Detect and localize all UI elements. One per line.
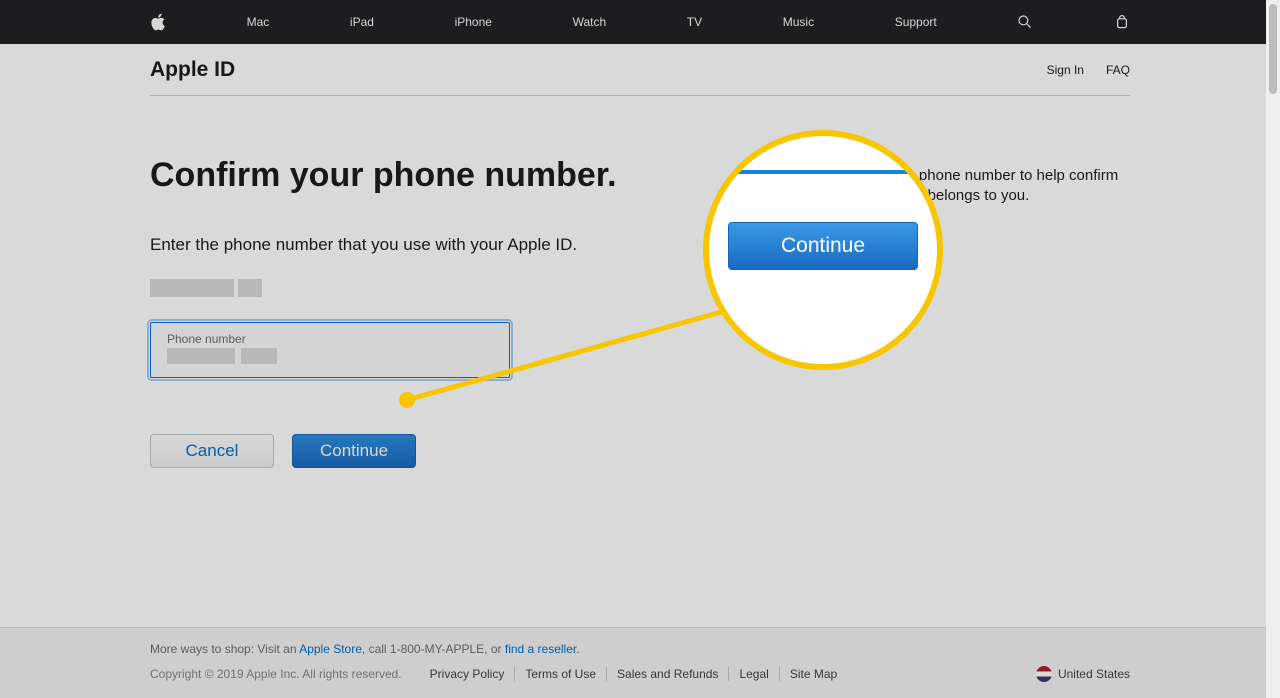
global-footer: More ways to shop: Visit an Apple Store,… xyxy=(0,627,1280,698)
apple-logo-icon[interactable] xyxy=(150,13,166,31)
find-reseller-link[interactable]: find a reseller xyxy=(505,642,576,656)
sign-in-link[interactable]: Sign In xyxy=(1047,63,1084,77)
main-content: Confirm your phone number. Enter the pho… xyxy=(150,96,1130,468)
phone-number-value xyxy=(167,348,493,369)
us-flag-icon xyxy=(1036,666,1052,682)
brand-title: Apple ID xyxy=(150,58,235,82)
footer-link-privacy[interactable]: Privacy Policy xyxy=(420,667,516,681)
annotation-dot xyxy=(399,392,415,408)
copyright-text: Copyright © 2019 Apple Inc. All rights r… xyxy=(150,667,402,681)
continue-button[interactable]: Continue xyxy=(292,434,416,468)
local-header: Apple ID Sign In FAQ xyxy=(150,44,1130,96)
locale-selector[interactable]: United States xyxy=(1036,666,1130,682)
nav-item-music[interactable]: Music xyxy=(783,15,814,29)
global-nav: Mac iPad iPhone Watch TV Music Support xyxy=(0,0,1280,44)
nav-item-ipad[interactable]: iPad xyxy=(350,15,374,29)
footer-links: Privacy Policy Terms of Use Sales and Re… xyxy=(420,667,848,681)
magnified-continue-button: Continue xyxy=(728,222,918,270)
faq-link[interactable]: FAQ xyxy=(1106,63,1130,77)
footer-link-sitemap[interactable]: Site Map xyxy=(780,667,847,681)
phone-number-label: Phone number xyxy=(167,332,493,346)
nav-item-iphone[interactable]: iPhone xyxy=(455,15,492,29)
nav-item-support[interactable]: Support xyxy=(895,15,937,29)
footer-link-legal[interactable]: Legal xyxy=(729,667,779,681)
footer-more-ways: More ways to shop: Visit an Apple Store,… xyxy=(150,642,1130,656)
nav-item-mac[interactable]: Mac xyxy=(247,15,270,29)
phone-number-input[interactable]: Phone number xyxy=(150,322,510,378)
cancel-button[interactable]: Cancel xyxy=(150,434,274,468)
instruction-text: Enter the phone number that you use with… xyxy=(150,235,1130,255)
phone-ending-display xyxy=(150,279,1130,302)
annotation-magnifier: Continue xyxy=(703,130,943,370)
footer-link-terms[interactable]: Terms of Use xyxy=(515,667,607,681)
apple-store-link[interactable]: Apple Store xyxy=(299,642,362,656)
shopping-bag-icon[interactable] xyxy=(1114,13,1130,31)
footer-link-sales[interactable]: Sales and Refunds xyxy=(607,667,729,681)
nav-item-watch[interactable]: Watch xyxy=(573,15,607,29)
search-icon[interactable] xyxy=(1017,13,1033,31)
nav-item-tv[interactable]: TV xyxy=(687,15,702,29)
vertical-scrollbar[interactable] xyxy=(1266,0,1280,698)
